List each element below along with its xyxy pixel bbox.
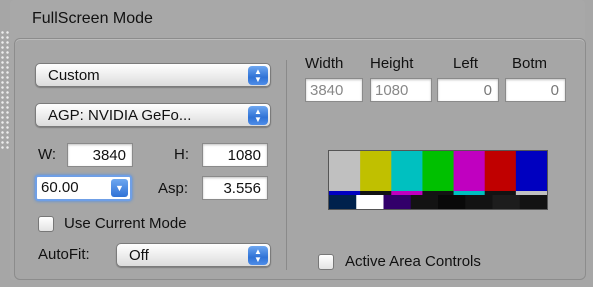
autofit-popup[interactable]: Off ▲ ▼ (116, 243, 271, 267)
color-bar-strip (515, 191, 547, 195)
aspect-field[interactable]: 3.556 (202, 176, 268, 200)
height-field[interactable]: 1080 (202, 143, 268, 167)
color-bar-strip (484, 191, 517, 195)
refresh-rate-combo[interactable]: 60.00 ▼ (35, 175, 132, 201)
botm-column-header: Botm (512, 55, 548, 72)
color-bar (422, 151, 455, 191)
color-bar (391, 151, 423, 191)
active-area-controls-label: Active Area Controls (345, 253, 481, 270)
autofit-popup-value: Off (129, 247, 149, 264)
column-separator (286, 60, 287, 270)
area-left-field[interactable]: 0 (437, 78, 499, 102)
color-bar-strip (453, 191, 486, 195)
width-column-header: Width (305, 55, 344, 72)
gpu-popup-value: AGP: NVIDIA GeFo... (48, 107, 192, 124)
width-label: W: (38, 146, 57, 163)
popup-arrows-icon: ▲ ▼ (248, 106, 268, 125)
autofit-label: AutoFit: (38, 246, 90, 263)
color-bar-pluge (492, 195, 521, 209)
area-height-field[interactable]: 1080 (370, 78, 432, 102)
color-bar (484, 151, 517, 191)
aspect-label: Asp: (158, 180, 189, 197)
color-bar (360, 151, 392, 191)
width-field[interactable]: 3840 (67, 143, 133, 167)
color-bars-preview (328, 150, 548, 210)
color-bar (453, 151, 486, 191)
mode-popup[interactable]: Custom ▲ ▼ (35, 63, 271, 87)
height-column-header: Height (370, 55, 414, 72)
use-current-mode-checkbox[interactable] (38, 216, 54, 232)
area-bottom-field[interactable]: 0 (505, 78, 566, 102)
chevron-down-icon[interactable]: ▼ (111, 179, 128, 197)
color-bar-pluge (519, 195, 547, 209)
height-label: H: (174, 146, 189, 163)
color-bar-strip (422, 191, 455, 195)
color-bar (515, 151, 547, 191)
use-current-mode-label: Use Current Mode (64, 215, 187, 232)
color-bar-strip (329, 191, 361, 195)
color-bar-pluge (383, 195, 412, 209)
color-bar (329, 151, 361, 191)
color-bar-pluge (329, 195, 357, 209)
popup-arrows-icon: ▲ ▼ (248, 66, 268, 85)
color-bar-strip (391, 191, 423, 195)
left-column-header: Left (453, 55, 479, 72)
color-bar-pluge (438, 195, 466, 209)
color-bar-pluge (410, 195, 439, 209)
popup-arrows-icon: ▲ ▼ (248, 246, 268, 265)
mode-popup-value: Custom (48, 67, 100, 84)
active-area-controls-checkbox[interactable] (318, 254, 334, 270)
area-width-field[interactable]: 3840 (305, 78, 363, 102)
gpu-popup[interactable]: AGP: NVIDIA GeFo... ▲ ▼ (35, 103, 271, 127)
refresh-rate-value: 60.00 (41, 179, 79, 196)
panel-title: FullScreen Mode (32, 10, 153, 27)
color-bar-strip (360, 191, 392, 195)
color-bar-pluge (356, 195, 384, 209)
color-bar-pluge (465, 195, 493, 209)
